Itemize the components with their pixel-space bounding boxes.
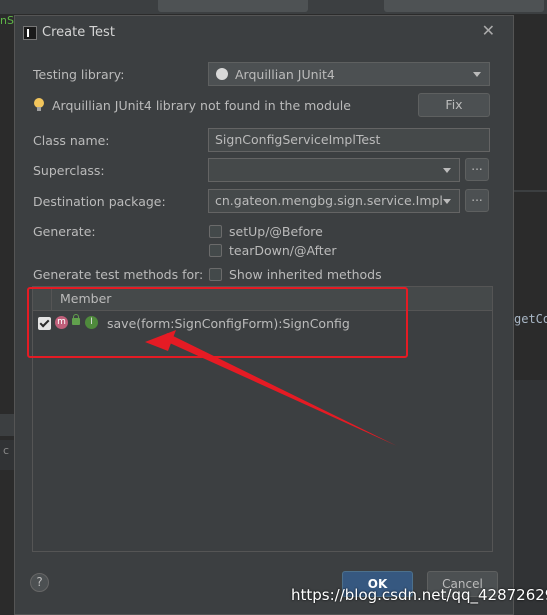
destination-package-label: Destination package: [33, 194, 166, 209]
ide-toolbar [0, 0, 547, 14]
testing-library-label: Testing library: [33, 67, 125, 82]
class-name-label: Class name: [33, 133, 110, 148]
show-inherited-checkbox[interactable] [209, 268, 222, 281]
class-name-input[interactable]: SignConfigServiceImplTest [208, 128, 490, 152]
superclass-browse-button[interactable]: ... [465, 158, 489, 181]
ide-divider [514, 190, 547, 192]
ide-right-panel [514, 380, 547, 615]
fix-button[interactable]: Fix [418, 93, 490, 117]
dialog-titlebar: Create Test ✕ [15, 16, 513, 50]
testing-library-select[interactable]: Arquillian JUnit4 [208, 62, 490, 86]
arquillian-icon [216, 68, 228, 80]
close-icon[interactable]: ✕ [482, 23, 495, 39]
ide-left-strip [0, 414, 14, 436]
ide-editor-tab[interactable] [158, 0, 308, 12]
setup-checkbox[interactable] [209, 225, 222, 238]
ide-left-tab[interactable]: c [0, 440, 14, 470]
watermark-text: https://blog.csdn.net/qq_42872629 [291, 586, 547, 604]
warning-message: Arquillian JUnit4 library not found in t… [52, 98, 351, 113]
ide-side-label: nS [0, 14, 14, 27]
ide-code-fragment: getCo [514, 312, 547, 326]
destination-package-input[interactable]: cn.gateon.mengbg.sign.service.Impl [208, 189, 460, 213]
testing-library-value: Arquillian JUnit4 [235, 67, 335, 82]
annotation-highlight-box [27, 287, 408, 358]
generate-label: Generate: [33, 224, 96, 239]
intellij-icon [23, 26, 37, 40]
teardown-checkbox[interactable] [209, 244, 222, 257]
superclass-label: Superclass: [33, 163, 105, 178]
setup-option-label: setUp/@Before [229, 224, 323, 239]
show-inherited-label: Show inherited methods [229, 267, 382, 282]
superclass-input[interactable] [208, 158, 460, 182]
dialog-title: Create Test [42, 25, 115, 40]
ide-search-box[interactable] [384, 0, 544, 12]
help-button[interactable]: ? [30, 573, 49, 592]
chevron-down-icon[interactable] [443, 168, 451, 173]
teardown-option-label: tearDown/@After [229, 243, 337, 258]
destination-browse-button[interactable]: ... [465, 189, 489, 212]
chevron-down-icon[interactable] [443, 199, 451, 204]
lightbulb-icon [34, 98, 44, 111]
generate-methods-label: Generate test methods for: [33, 267, 204, 282]
chevron-down-icon [473, 72, 481, 77]
